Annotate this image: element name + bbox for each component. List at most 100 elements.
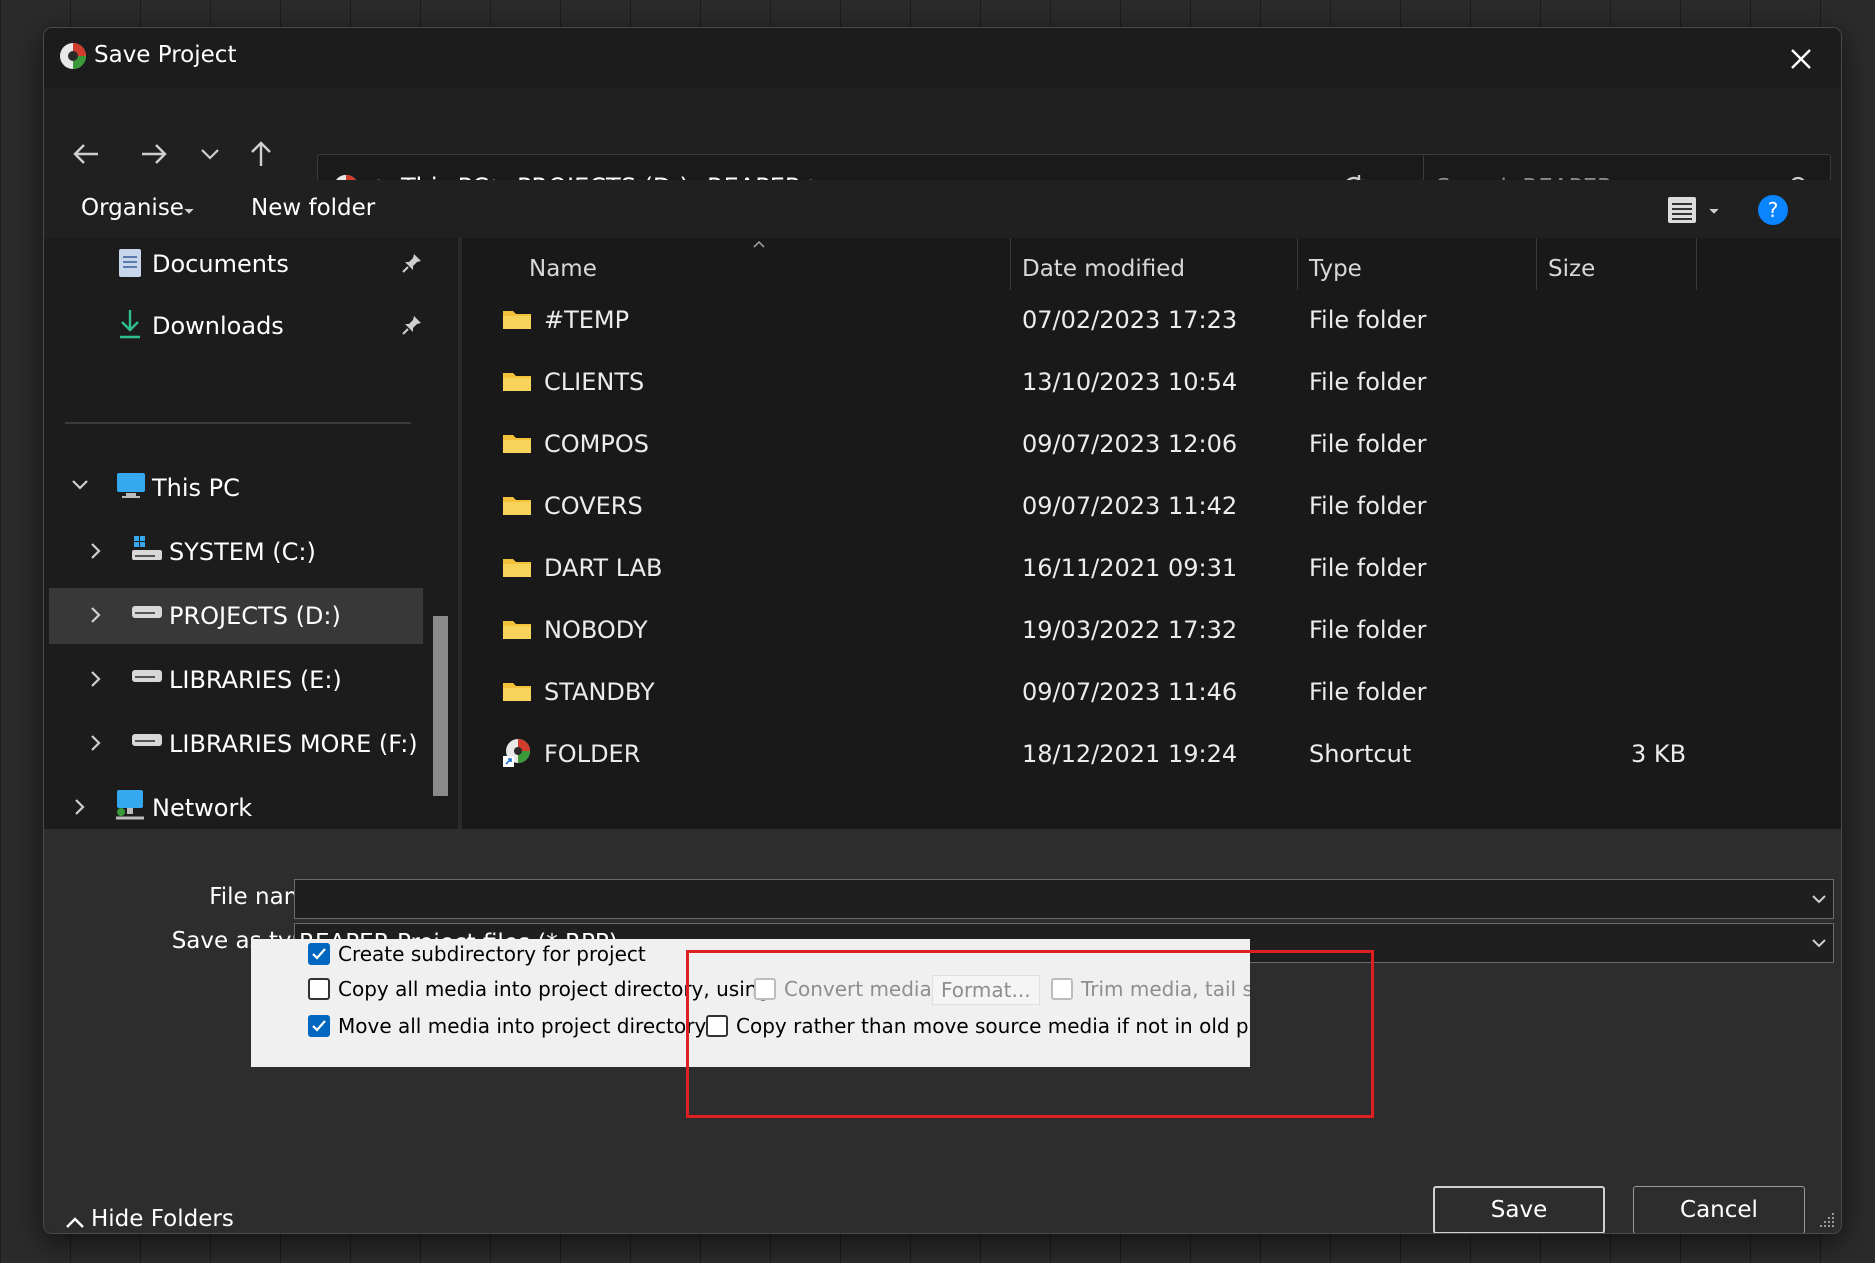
chevron-down-icon[interactable] <box>1811 894 1827 904</box>
sidebar-divider <box>65 422 411 424</box>
column-divider[interactable] <box>1010 238 1011 290</box>
sidebar-item-this-pc[interactable]: This PC <box>49 460 423 516</box>
folder-icon <box>503 435 531 453</box>
check-icon <box>312 948 326 960</box>
drive-icon <box>132 606 162 618</box>
new-folder-button[interactable]: New folder <box>251 195 375 221</box>
sidebar-item-label: LIBRARIES MORE (F:) <box>169 730 418 758</box>
sidebar-scrollbar[interactable] <box>433 616 448 796</box>
expand-chevron-icon[interactable] <box>89 606 101 624</box>
sidebar-item-network[interactable]: Network <box>49 780 423 836</box>
expand-chevron-icon[interactable] <box>89 670 101 688</box>
navigation-pane: Documents Downloads This PC SYSTEM (C:) … <box>44 236 462 829</box>
drive-icon <box>132 670 162 682</box>
file-name: #TEMP <box>544 306 630 334</box>
sidebar-item-label: PROJECTS (D:) <box>169 602 341 630</box>
back-button[interactable] <box>64 132 108 176</box>
expand-chevron-icon[interactable] <box>89 542 101 560</box>
title-bar: Save Project <box>44 28 1841 88</box>
close-icon[interactable] <box>1784 42 1818 76</box>
column-type[interactable]: Type <box>1309 256 1362 282</box>
file-type: File folder <box>1309 430 1427 458</box>
organise-menu[interactable]: Organise <box>81 195 184 221</box>
move-all-media-checkbox[interactable] <box>308 1015 330 1037</box>
expand-chevron-icon[interactable] <box>73 798 85 816</box>
reaper-logo-icon <box>60 43 86 69</box>
column-date-modified[interactable]: Date modified <box>1022 256 1185 282</box>
dropdown-caret-icon[interactable] <box>1708 207 1720 215</box>
sidebar-item-downloads[interactable]: Downloads <box>49 298 423 354</box>
file-name: DART LAB <box>544 554 663 582</box>
file-type: Shortcut <box>1309 740 1412 768</box>
column-divider[interactable] <box>1536 238 1537 290</box>
file-date: 09/07/2023 11:42 <box>1022 492 1238 520</box>
expand-chevron-icon[interactable] <box>71 478 89 492</box>
dropdown-caret-icon[interactable] <box>183 207 195 215</box>
hide-folders-label[interactable]: Hide Folders <box>91 1206 234 1232</box>
table-row[interactable]: COVERS 09/07/2023 11:42 File folder <box>462 476 1841 538</box>
folder-icon <box>503 373 531 391</box>
drive-icon <box>132 734 162 746</box>
file-date: 19/03/2022 17:32 <box>1022 616 1238 644</box>
table-row[interactable]: DART LAB 16/11/2021 09:31 File folder <box>462 538 1841 600</box>
sidebar-item-drive-e[interactable]: LIBRARIES (E:) <box>49 652 423 708</box>
file-type: File folder <box>1309 616 1427 644</box>
file-name: STANDBY <box>544 678 655 706</box>
column-divider[interactable] <box>1297 238 1298 290</box>
save-button[interactable]: Save <box>1433 1186 1605 1233</box>
downloads-icon <box>120 310 140 339</box>
recent-locations-button[interactable] <box>188 132 232 176</box>
chevron-down-icon[interactable] <box>1811 938 1827 948</box>
file-name-input[interactable] <box>294 879 1834 919</box>
create-subdirectory-checkbox[interactable] <box>308 943 330 965</box>
copy-all-media-checkbox[interactable] <box>308 978 330 1000</box>
column-divider[interactable] <box>1696 238 1697 290</box>
table-row[interactable]: #TEMP 07/02/2023 17:23 File folder <box>462 290 1841 352</box>
table-row[interactable]: STANDBY 09/07/2023 11:46 File folder <box>462 662 1841 724</box>
cancel-button[interactable]: Cancel <box>1633 1186 1805 1233</box>
file-type: File folder <box>1309 678 1427 706</box>
file-type: File folder <box>1309 492 1427 520</box>
computer-icon <box>117 473 145 498</box>
sidebar-item-label: Network <box>152 794 253 822</box>
folder-icon <box>503 621 531 639</box>
table-row[interactable]: NOBODY 19/03/2022 17:32 File folder <box>462 600 1841 662</box>
forward-button[interactable] <box>132 132 176 176</box>
file-date: 16/11/2021 09:31 <box>1022 554 1238 582</box>
folder-icon <box>503 311 531 329</box>
column-size[interactable]: Size <box>1548 256 1595 282</box>
file-name: FOLDER <box>544 740 641 768</box>
view-details-icon[interactable] <box>1666 194 1698 226</box>
svg-text:?: ? <box>1768 198 1779 222</box>
file-name: COVERS <box>544 492 643 520</box>
table-row[interactable]: CLIENTS 13/10/2023 10:54 File folder <box>462 352 1841 414</box>
expand-chevron-icon[interactable] <box>89 734 101 752</box>
up-button[interactable] <box>239 132 283 176</box>
file-list: Name Date modified Type Size #TEMP 07/02… <box>462 238 1841 829</box>
file-name: NOBODY <box>544 616 648 644</box>
pin-icon[interactable] <box>401 314 423 336</box>
file-name: CLIENTS <box>544 368 645 396</box>
table-row[interactable]: COMPOS 09/07/2023 12:06 File folder <box>462 414 1841 476</box>
column-name[interactable]: Name <box>529 256 597 282</box>
file-date: 09/07/2023 12:06 <box>1022 430 1238 458</box>
sidebar-item-drive-c[interactable]: SYSTEM (C:) <box>49 524 423 580</box>
arrow-up-icon <box>251 141 271 166</box>
sidebar-item-label: Downloads <box>152 312 284 340</box>
arrow-right-icon <box>142 144 167 164</box>
sidebar-item-documents[interactable]: Documents <box>49 236 423 292</box>
file-date: 13/10/2023 10:54 <box>1022 368 1238 396</box>
help-icon[interactable]: ? <box>1757 194 1789 226</box>
file-type: File folder <box>1309 554 1427 582</box>
sidebar-item-drive-f[interactable]: LIBRARIES MORE (F:) <box>49 716 423 772</box>
pin-icon[interactable] <box>401 252 423 274</box>
resize-grip-icon[interactable] <box>1818 1211 1836 1229</box>
check-icon <box>312 1020 326 1032</box>
sidebar-item-drive-d[interactable]: PROJECTS (D:) <box>49 588 423 644</box>
table-row[interactable]: FOLDER 18/12/2021 19:24 Shortcut 3 KB <box>462 724 1841 786</box>
arrow-left-icon <box>73 144 98 164</box>
system-drive-icon <box>132 536 162 560</box>
hide-folders-toggle[interactable] <box>61 1208 89 1233</box>
network-icon <box>116 790 144 820</box>
sidebar-item-label: This PC <box>152 474 240 502</box>
